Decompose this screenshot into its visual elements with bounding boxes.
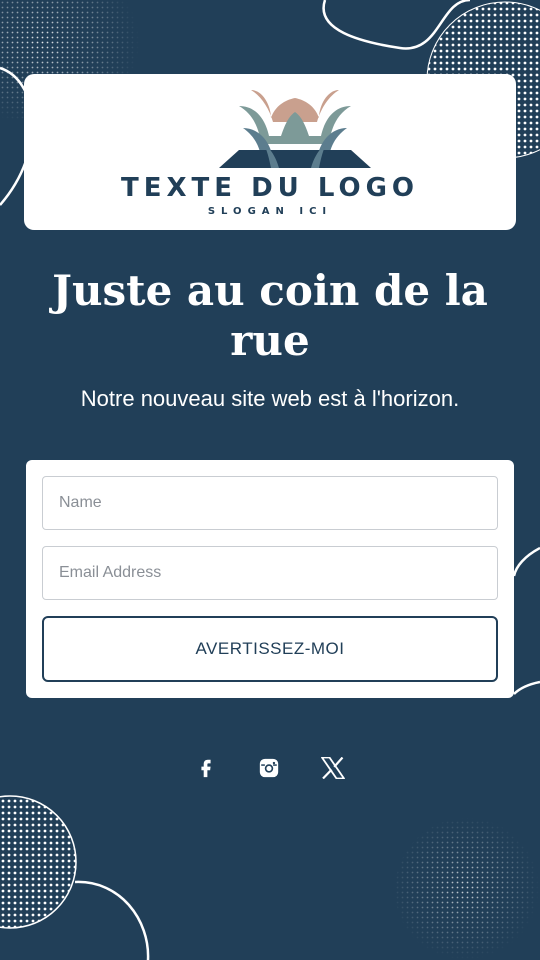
instagram-link[interactable] [253, 752, 285, 784]
page-subtitle: Notre nouveau site web est à l'horizon. [80, 386, 460, 411]
x-link[interactable] [317, 752, 349, 784]
notify-me-button[interactable]: AVERTISSEZ-MOI [42, 616, 498, 682]
logo-icon [219, 90, 371, 168]
email-input[interactable] [42, 546, 498, 600]
facebook-link[interactable] [190, 752, 222, 784]
facebook-icon [201, 759, 211, 778]
name-input[interactable] [42, 476, 498, 530]
logo-slogan: SLOGAN ICI [207, 206, 333, 217]
page-headline: Juste au coin de la rue [52, 266, 488, 365]
instagram-icon [259, 758, 279, 778]
signup-form: AVERTISSEZ-MOI [26, 460, 514, 698]
logo-text: TEXTE DU LOGO [120, 173, 420, 203]
x-icon [321, 757, 345, 779]
